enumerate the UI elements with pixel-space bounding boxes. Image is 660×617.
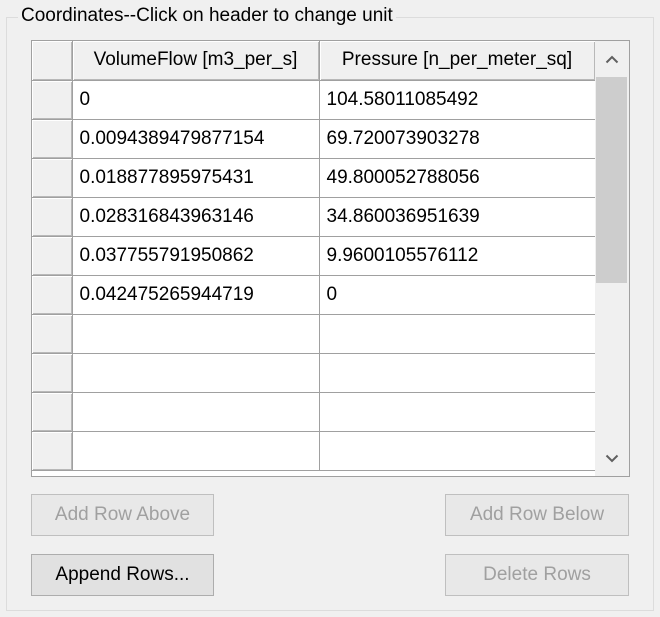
row-header[interactable] — [32, 119, 73, 159]
row-header[interactable] — [32, 80, 73, 120]
table-row — [32, 353, 596, 393]
volumeflow-cell[interactable]: 0 — [72, 80, 320, 120]
pressure-cell[interactable]: 104.58011085492 — [319, 80, 596, 120]
pressure-cell[interactable] — [319, 314, 596, 354]
scroll-down-button[interactable] — [595, 440, 629, 476]
pressure-cell[interactable]: 9.9600105576112 — [319, 236, 596, 276]
row-header[interactable] — [32, 158, 73, 198]
add-row-above-button[interactable]: Add Row Above — [31, 494, 214, 536]
volumeflow-cell[interactable] — [72, 353, 320, 393]
row-header[interactable] — [32, 392, 73, 432]
table-row: 0 104.58011085492 — [32, 80, 596, 120]
table-row: 0.0094389479877154 69.720073903278 — [32, 119, 596, 159]
row-header[interactable] — [32, 353, 73, 393]
coordinates-table: VolumeFlow [m3_per_s] Pressure [n_per_me… — [32, 41, 596, 471]
row-header[interactable] — [32, 314, 73, 354]
row-header[interactable] — [32, 431, 73, 471]
header-row: VolumeFlow [m3_per_s] Pressure [n_per_me… — [32, 41, 596, 81]
scrollbar-thumb[interactable] — [596, 77, 627, 283]
volumeflow-cell[interactable] — [72, 431, 320, 471]
table-row: 0.028316843963146 34.860036951639 — [32, 197, 596, 237]
delete-rows-button[interactable]: Delete Rows — [445, 554, 629, 596]
row-header[interactable] — [32, 275, 73, 315]
append-rows-button[interactable]: Append Rows... — [31, 554, 214, 596]
add-row-below-button[interactable]: Add Row Below — [445, 494, 629, 536]
row-header[interactable] — [32, 236, 73, 276]
pressure-cell[interactable]: 49.800052788056 — [319, 158, 596, 198]
volumeflow-cell[interactable]: 0.028316843963146 — [72, 197, 320, 237]
table-row: 0.042475265944719 0 — [32, 275, 596, 315]
table-row — [32, 431, 596, 471]
chevron-down-icon — [605, 454, 619, 462]
vertical-scrollbar[interactable] — [595, 41, 629, 476]
pressure-cell[interactable]: 34.860036951639 — [319, 197, 596, 237]
pressure-cell[interactable]: 0 — [319, 275, 596, 315]
table-row — [32, 392, 596, 432]
column-header-pressure[interactable]: Pressure [n_per_meter_sq] — [319, 41, 596, 81]
pressure-cell[interactable] — [319, 392, 596, 432]
volumeflow-cell[interactable]: 0.0094389479877154 — [72, 119, 320, 159]
pressure-cell[interactable] — [319, 431, 596, 471]
pressure-cell[interactable] — [319, 353, 596, 393]
corner-cell[interactable] — [32, 41, 73, 81]
pressure-cell[interactable]: 69.720073903278 — [319, 119, 596, 159]
row-header[interactable] — [32, 197, 73, 237]
volumeflow-cell[interactable]: 0.037755791950862 — [72, 236, 320, 276]
scroll-up-button[interactable] — [595, 41, 629, 77]
column-header-volumeflow[interactable]: VolumeFlow [m3_per_s] — [72, 41, 320, 81]
table-row: 0.018877895975431 49.800052788056 — [32, 158, 596, 198]
volumeflow-cell[interactable] — [72, 314, 320, 354]
table-row: 0.037755791950862 9.9600105576112 — [32, 236, 596, 276]
volumeflow-cell[interactable]: 0.042475265944719 — [72, 275, 320, 315]
volumeflow-cell[interactable] — [72, 392, 320, 432]
group-title: Coordinates--Click on header to change u… — [18, 4, 396, 28]
table-row — [32, 314, 596, 354]
volumeflow-cell[interactable]: 0.018877895975431 — [72, 158, 320, 198]
coordinates-grid[interactable]: VolumeFlow [m3_per_s] Pressure [n_per_me… — [31, 40, 630, 477]
chevron-up-icon — [605, 55, 619, 63]
